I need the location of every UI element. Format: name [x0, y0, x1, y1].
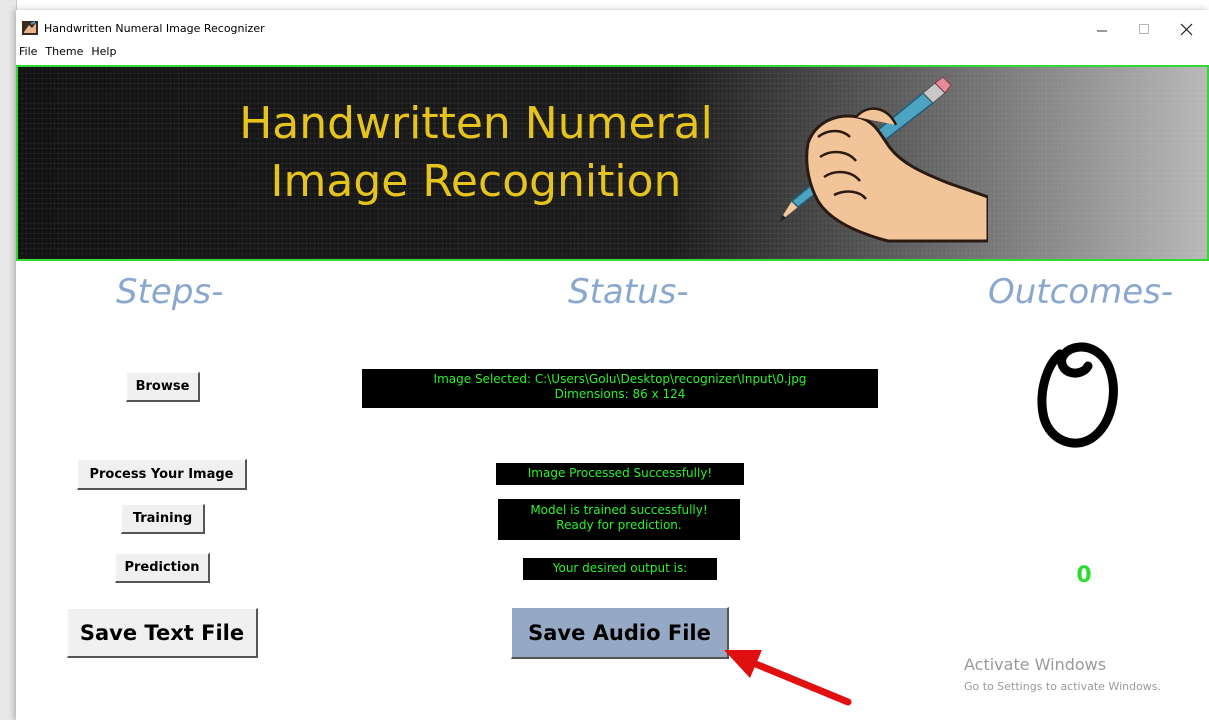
maximize-button[interactable]: [1124, 16, 1164, 42]
app-icon: [22, 21, 38, 35]
maximize-icon: [1139, 24, 1149, 34]
minimize-button[interactable]: [1082, 16, 1122, 42]
banner-title: Handwritten Numeral Image Recognition: [186, 95, 766, 211]
model-trained-line2: Ready for prediction.: [556, 518, 682, 532]
activate-windows-watermark: Activate Windows: [964, 655, 1107, 674]
close-button[interactable]: [1166, 16, 1206, 42]
image-processed-status: Image Processed Successfully!: [496, 463, 744, 485]
close-icon: [1180, 23, 1192, 35]
banner-title-line1: Handwritten Numeral: [239, 98, 713, 149]
activate-windows-hint: Go to Settings to activate Windows.: [964, 680, 1162, 693]
steps-heading: Steps-: [116, 272, 224, 312]
save-audio-file-button[interactable]: Save Audio File: [511, 607, 729, 659]
desired-output-status: Your desired output is:: [523, 558, 717, 580]
prediction-button[interactable]: Prediction: [115, 553, 210, 583]
menu-theme[interactable]: Theme: [45, 45, 83, 58]
model-trained-status: Model is trained successfully! Ready for…: [498, 499, 740, 540]
image-selected-path: Image Selected: C:\Users\Golu\Desktop\re…: [433, 372, 807, 386]
banner-title-line2: Image Recognition: [270, 156, 682, 207]
process-image-button[interactable]: Process Your Image: [77, 459, 247, 490]
banner: Handwritten Numeral Image Recognition: [16, 65, 1209, 261]
browse-button[interactable]: Browse: [126, 372, 200, 402]
minimize-icon: [1097, 30, 1107, 32]
window-title: Handwritten Numeral Image Recognizer: [44, 22, 265, 35]
menu-help[interactable]: Help: [91, 45, 116, 58]
image-dimensions: Dimensions: 86 x 124: [554, 387, 686, 401]
app-window: Handwritten Numeral Image Recognizer Fil…: [16, 10, 1209, 720]
training-button[interactable]: Training: [121, 504, 205, 534]
red-arrow-annotation: [724, 650, 852, 706]
menu-bar: File Theme Help: [16, 45, 616, 63]
status-heading: Status-: [568, 272, 689, 312]
menu-file[interactable]: File: [19, 45, 37, 58]
predicted-output-value: 0: [1076, 563, 1092, 588]
image-selected-status: Image Selected: C:\Users\Golu\Desktop\re…: [362, 369, 878, 408]
hand-with-pencil-icon: [778, 76, 988, 243]
save-text-file-button[interactable]: Save Text File: [67, 608, 258, 658]
title-bar: Handwritten Numeral Image Recognizer: [16, 10, 1209, 46]
background-window-edge: [0, 0, 17, 720]
outcomes-heading: Outcomes-: [988, 272, 1174, 312]
input-digit-image: [1037, 342, 1118, 448]
model-trained-line1: Model is trained successfully!: [530, 503, 708, 517]
